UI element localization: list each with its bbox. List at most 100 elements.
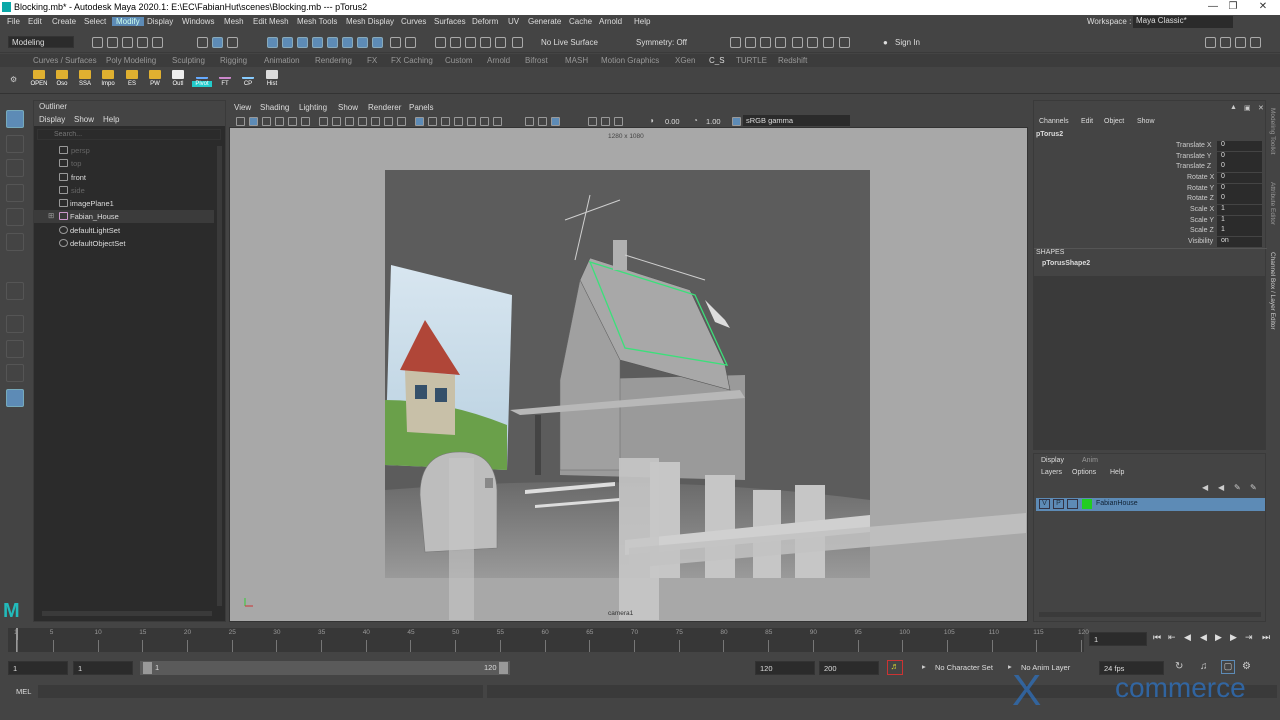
shelf-tab-motion-graphics[interactable]: Motion Graphics [601,56,659,65]
layer-tab-anim[interactable]: Anim [1082,457,1098,464]
go-to-end-icon[interactable]: ⏭ [1262,633,1271,642]
pause-render-icon[interactable] [839,37,850,48]
render-view-icon[interactable] [807,37,818,48]
attr-translate-z-value[interactable]: 0 [1217,162,1262,172]
xray-joints-icon[interactable] [551,117,560,126]
outliner-item-front[interactable]: front [34,171,214,184]
menu-windows[interactable]: Windows [182,17,214,26]
outliner-menu-display[interactable]: Display [39,115,65,124]
menu-modify[interactable]: Modify [112,17,144,26]
shelf-tab-bifrost[interactable]: Bifrost [525,56,548,65]
menu-uv[interactable]: UV [508,17,519,26]
select-by-curve-icon[interactable] [297,37,308,48]
viewport-menu-view[interactable]: View [234,103,251,112]
wireframe-on-shaded-icon[interactable] [441,117,450,126]
side-tab-channel-box[interactable]: Channel Box / Layer Editor [1269,252,1276,330]
minimize-button[interactable]: — [1205,1,1221,12]
outliner-item-persp[interactable]: persp [34,144,214,157]
layer-row-fabianhouse[interactable]: V P FabianHouse [1036,498,1265,511]
go-to-start-icon[interactable]: ⏮ [1153,633,1162,642]
modeling-toolkit-icon[interactable] [1205,37,1216,48]
two-d-pan-zoom-icon[interactable] [288,117,297,126]
menu-arnold[interactable]: Arnold [599,17,622,26]
attr-scale-z-value[interactable]: 1 [1217,226,1262,236]
playback-start-field[interactable]: 1 [73,661,133,675]
outliner-menu-show[interactable]: Show [74,115,94,124]
mode-dropdown[interactable]: Modeling [8,36,74,48]
shelf-tab-redshift[interactable]: Redshift [778,56,807,65]
select-by-misc-icon[interactable] [372,37,383,48]
outliner-layout-icon[interactable] [6,389,24,407]
menu-mesh[interactable]: Mesh [224,17,244,26]
layer-tab-display[interactable]: Display [1041,457,1064,464]
undo-icon[interactable] [137,37,148,48]
color-space-dropdown[interactable]: sRGB gamma [743,115,850,126]
film-gate-icon[interactable] [332,117,341,126]
outliner-horizontal-scrollbar[interactable] [42,611,212,616]
attr-scale-x-value[interactable]: 1 [1217,205,1262,215]
shelf-tab-mash[interactable]: MASH [565,56,588,65]
sign-in-button[interactable]: Sign In [895,38,920,47]
shelf-button-open[interactable]: OPEN [29,70,49,92]
attr-scale-y-value[interactable]: 1 [1217,216,1262,226]
shelf-tab-xgen[interactable]: XGen [675,56,695,65]
exposure-value[interactable]: 0.00 [665,117,680,126]
shelf-tab-curves[interactable]: Curves / Surfaces [33,56,97,65]
step-back-key-icon[interactable]: ◀ [1184,633,1193,642]
shelf-tab-arnold[interactable]: Arnold [487,56,510,65]
menu-cache[interactable]: Cache [569,17,592,26]
grease-pencil-icon[interactable] [301,117,310,126]
channel-menu-channels[interactable]: Channels [1039,118,1069,125]
gate-mask-icon[interactable] [358,117,367,126]
tool-settings-icon[interactable] [1235,37,1246,48]
shelf-button-ssa[interactable]: SSA [75,70,95,92]
save-scene-icon[interactable] [122,37,133,48]
outliner-item-fabian-house[interactable]: ⊞ Fabian_House [34,210,214,223]
menu-mesh-tools[interactable]: Mesh Tools [297,17,337,26]
open-scene-icon[interactable] [107,37,118,48]
select-by-joint-icon[interactable] [282,37,293,48]
select-tool-icon[interactable] [6,110,24,128]
menu-help[interactable]: Help [634,17,650,26]
shelf-tab-fx-caching[interactable]: FX Caching [391,56,433,65]
channel-box-icon[interactable] [1250,37,1261,48]
range-end-handle[interactable] [499,662,508,674]
attr-rotate-y-value[interactable]: 0 [1217,184,1262,194]
new-scene-icon[interactable] [92,37,103,48]
shelf-button-outl[interactable]: Outl [168,70,188,92]
attr-translate-y-value[interactable]: 0 [1217,152,1262,162]
menu-select[interactable]: Select [84,17,106,26]
menu-file[interactable]: File [7,17,20,26]
layer-visibility-toggle[interactable]: V [1039,499,1050,509]
render-settings-icon[interactable] [775,37,786,48]
panel-close-icon[interactable]: ✕ [1258,104,1264,112]
highlight-selection-icon[interactable] [405,37,416,48]
paint-select-tool-icon[interactable] [6,159,24,177]
layer-horizontal-scrollbar[interactable] [1039,612,1261,617]
shelf-button-es[interactable]: ES [122,70,142,92]
layer-menu-options[interactable]: Options [1072,469,1096,476]
character-set-dropdown[interactable]: No Character Set [935,663,993,672]
smooth-shade-icon[interactable] [428,117,437,126]
expand-icon[interactable]: ⊞ [48,211,54,220]
channel-menu-object[interactable]: Object [1104,118,1124,125]
new-empty-layer-icon[interactable]: ✎ [1234,483,1241,492]
last-tool-icon[interactable] [6,282,24,300]
make-live-icon[interactable] [512,37,523,48]
anti-aliasing-icon[interactable] [601,117,610,126]
layer-display-type-toggle[interactable] [1067,499,1078,509]
workspace-dropdown[interactable]: Maya Classic* [1133,16,1233,28]
channel-menu-edit[interactable]: Edit [1081,118,1093,125]
menu-edit[interactable]: Edit [28,17,42,26]
shelf-tab-rigging[interactable]: Rigging [220,56,247,65]
scale-tool-icon[interactable] [6,233,24,251]
play-forward-icon[interactable]: ▶ [1215,633,1224,642]
viewport-menu-shading[interactable]: Shading [260,103,289,112]
hypershade-icon[interactable] [792,37,803,48]
lock-selection-icon[interactable] [390,37,401,48]
range-slider[interactable]: 1 120 [140,661,510,675]
shelf-tab-poly[interactable]: Poly Modeling [106,56,156,65]
new-layer-from-selection-icon[interactable]: ✎ [1250,483,1257,492]
outliner-item-top[interactable]: top [34,157,214,170]
shelf-button-hist[interactable]: Hist [262,70,282,92]
